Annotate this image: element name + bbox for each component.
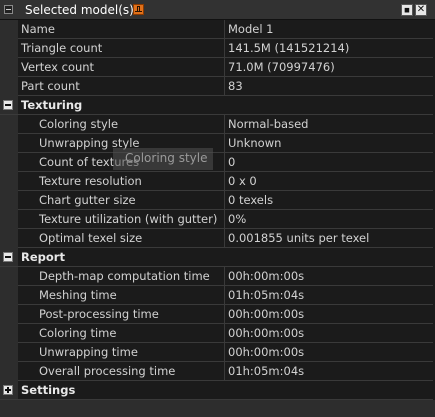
property-label: Overall processing time	[39, 364, 176, 378]
property-label: Coloring style	[39, 117, 119, 131]
column-divider[interactable]	[224, 172, 225, 191]
property-row-unwrapping-style[interactable]: Unwrapping style Unknown	[18, 134, 433, 153]
property-value: Normal-based	[228, 117, 309, 131]
property-row-overall-processing-time[interactable]: Overall processing time 01h:05m:04s	[18, 362, 433, 381]
column-divider[interactable]	[224, 77, 225, 96]
property-value: 00h:00m:00s	[228, 345, 305, 359]
property-label: Chart gutter size	[39, 193, 136, 207]
property-label: Name	[21, 22, 55, 36]
property-label: Depth-map computation time	[39, 269, 210, 283]
column-divider[interactable]	[224, 324, 225, 343]
maximize-button[interactable]: ◼	[401, 4, 413, 16]
property-row-coloring-time[interactable]: Coloring time 00h:00m:00s	[18, 324, 433, 343]
column-divider[interactable]	[224, 362, 225, 381]
property-value: 0%	[228, 212, 247, 226]
column-divider[interactable]	[224, 191, 225, 210]
category-label: Report	[21, 250, 65, 264]
property-row-chart-gutter-size[interactable]: Chart gutter size 0 texels	[18, 191, 433, 210]
property-row-depth-map-time[interactable]: Depth-map computation time 00h:00m:00s	[18, 267, 433, 286]
property-row-part-count[interactable]: Part count 83	[18, 77, 433, 96]
pin-icon[interactable]	[133, 4, 144, 15]
property-row-triangle-count[interactable]: Triangle count 141.5M (141521214)	[18, 39, 433, 58]
column-divider[interactable]	[224, 153, 225, 172]
property-value: 00h:00m:00s	[228, 326, 305, 340]
property-value: Model 1	[228, 22, 274, 36]
property-label: Vertex count	[21, 60, 95, 74]
property-value: 01h:05m:04s	[228, 288, 305, 302]
column-divider[interactable]	[224, 229, 225, 248]
close-icon: ✕	[416, 4, 426, 15]
property-row-vertex-count[interactable]: Vertex count 71.0M (70997476)	[18, 58, 433, 77]
property-value: 0 x 0	[228, 174, 257, 188]
category-report[interactable]: Report	[0, 248, 433, 267]
category-label: Texturing	[21, 98, 83, 112]
property-value: 141.5M (141521214)	[228, 41, 350, 55]
close-button[interactable]: ✕	[415, 4, 427, 16]
panel-bottom-area	[0, 400, 435, 417]
property-row-texture-resolution[interactable]: Texture resolution 0 x 0	[18, 172, 433, 191]
property-label: Optimal texel size	[39, 231, 143, 245]
property-label: Meshing time	[39, 288, 117, 302]
property-value: 71.0M (70997476)	[228, 60, 335, 74]
property-label: Post-processing time	[39, 307, 159, 321]
property-row-meshing-time[interactable]: Meshing time 01h:05m:04s	[18, 286, 433, 305]
expand-icon[interactable]	[3, 385, 13, 395]
category-label: Settings	[21, 383, 76, 397]
property-value: 00h:00m:00s	[228, 307, 305, 321]
property-label: Texture resolution	[39, 174, 142, 188]
property-value: 00h:00m:00s	[228, 269, 305, 283]
property-value: 0.001855 units per texel	[228, 231, 370, 245]
column-divider[interactable]	[224, 39, 225, 58]
maximize-icon: ◼	[404, 6, 410, 14]
property-row-texture-utilization[interactable]: Texture utilization (with gutter) 0%	[18, 210, 433, 229]
column-divider[interactable]	[224, 20, 225, 39]
panel-titlebar[interactable]: Selected model(s) ◼ ✕	[0, 0, 435, 20]
property-value: 83	[228, 79, 243, 93]
column-divider[interactable]	[224, 134, 225, 153]
property-label: Texture utilization (with gutter)	[39, 212, 218, 226]
property-row-post-processing-time[interactable]: Post-processing time 00h:00m:00s	[18, 305, 433, 324]
property-label: Coloring time	[39, 326, 117, 340]
category-settings[interactable]: Settings	[0, 381, 433, 400]
column-divider[interactable]	[224, 58, 225, 77]
property-grid: Name Model 1 Triangle count 141.5M (1415…	[0, 20, 433, 400]
property-value: 0	[228, 155, 236, 169]
column-divider[interactable]	[224, 305, 225, 324]
property-row-optimal-texel-size[interactable]: Optimal texel size 0.001855 units per te…	[18, 229, 433, 248]
property-value: 0 texels	[228, 193, 274, 207]
property-row-name[interactable]: Name Model 1	[18, 20, 433, 39]
panel-title: Selected model(s)	[25, 3, 134, 17]
collapse-icon[interactable]	[3, 252, 13, 262]
property-row-coloring-style[interactable]: Coloring style Normal-based	[18, 115, 433, 134]
property-row-count-of-textures[interactable]: Count of textures 0	[18, 153, 433, 172]
column-divider[interactable]	[224, 115, 225, 134]
property-value: 01h:05m:04s	[228, 364, 305, 378]
property-row-unwrapping-time[interactable]: Unwrapping time 00h:00m:00s	[18, 343, 433, 362]
category-texturing[interactable]: Texturing	[0, 96, 433, 115]
collapse-icon[interactable]	[4, 5, 13, 14]
property-label: Part count	[21, 79, 80, 93]
column-divider[interactable]	[224, 210, 225, 229]
property-label: Unwrapping time	[39, 345, 138, 359]
grid-gutter	[0, 20, 18, 400]
drag-tooltip: Coloring style	[113, 148, 213, 170]
column-divider[interactable]	[224, 286, 225, 305]
selected-models-panel: Selected model(s) ◼ ✕ Name Model 1 Trian…	[0, 0, 435, 417]
column-divider[interactable]	[224, 343, 225, 362]
column-divider[interactable]	[224, 267, 225, 286]
collapse-icon[interactable]	[3, 100, 13, 110]
property-value: Unknown	[228, 136, 282, 150]
property-label: Triangle count	[21, 41, 103, 55]
